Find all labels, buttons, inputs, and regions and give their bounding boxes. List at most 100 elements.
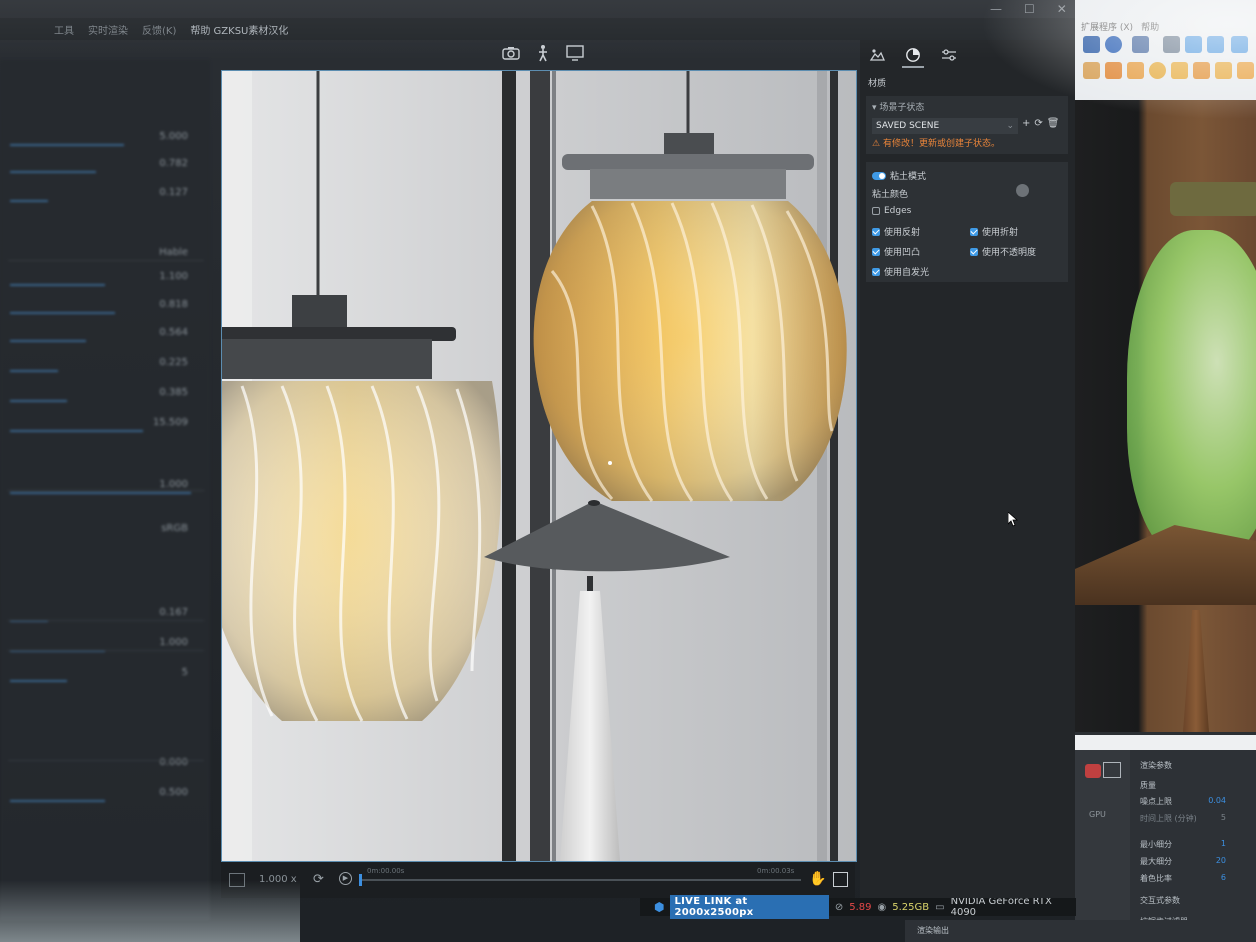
param-row[interactable]: 噪点上限 0.04	[1140, 796, 1250, 810]
menu-item-extensions[interactable]: 扩展程序 (X)	[1081, 20, 1133, 33]
loop-icon[interactable]: ⟳	[313, 872, 324, 887]
left-panel-row[interactable]: 0.167	[10, 604, 200, 624]
use-bump-checkbox[interactable]: 使用凹凸	[872, 245, 920, 258]
mail-icon[interactable]	[1083, 36, 1100, 53]
render-output-section[interactable]: 渲染输出	[905, 920, 1245, 942]
cube-icon[interactable]	[1185, 36, 1202, 53]
timeline-end: 0m:00.03s	[757, 867, 795, 875]
left-panel-row[interactable]: 5.000	[10, 128, 200, 148]
walk-icon[interactable]	[532, 42, 554, 64]
param-row[interactable]: 最大细分 20	[1140, 856, 1250, 870]
row-slider[interactable]	[10, 370, 58, 372]
clay-color-label: 粘土颜色	[872, 190, 909, 200]
tool-icon[interactable]	[1149, 62, 1166, 79]
param-row[interactable]: 最小细分 1	[1140, 839, 1250, 853]
live-link-badge[interactable]: LIVE LINK at 2000x2500px	[670, 895, 829, 919]
row-slider[interactable]	[10, 200, 48, 202]
cube-icon[interactable]	[1231, 36, 1248, 53]
row-value: 1.000	[159, 479, 188, 490]
tool-icon[interactable]	[1127, 62, 1144, 79]
trash-icon[interactable]: 🗑	[1047, 118, 1060, 129]
tool-icon[interactable]	[1215, 62, 1232, 79]
window-icon[interactable]	[1103, 762, 1121, 778]
use-reflection-checkbox[interactable]: 使用反射	[872, 225, 920, 238]
hand-icon[interactable]: ✋	[809, 871, 826, 887]
minimize-button[interactable]: —	[990, 2, 1002, 16]
row-slider[interactable]	[10, 171, 96, 173]
menu-item-realtime[interactable]: 实时渲染	[88, 22, 128, 37]
tool-icon[interactable]	[1171, 62, 1188, 79]
timeline-icon[interactable]	[229, 873, 245, 887]
clay-color-swatch[interactable]	[1016, 184, 1029, 197]
material-tab-icon[interactable]	[902, 44, 924, 68]
param-row[interactable]: 时间上限 (分钟) 5	[1140, 813, 1250, 827]
row-slider[interactable]	[10, 400, 67, 402]
add-icon[interactable]: +	[1022, 118, 1030, 129]
quality-header[interactable]: 质量	[1140, 780, 1250, 794]
render-viewport[interactable]	[221, 70, 857, 862]
row-slider[interactable]	[10, 680, 67, 682]
left-panel-row[interactable]: 0.225	[10, 354, 200, 374]
info-icon[interactable]	[1105, 36, 1122, 53]
row-slider[interactable]	[10, 430, 143, 432]
axes-icon[interactable]	[1163, 36, 1180, 53]
params-header[interactable]: 渲染参数	[1140, 760, 1250, 774]
render-parameters: 渲染参数 质量 噪点上限 0.04 时间上限 (分钟) 5 最小细分 1 最大细分 20…	[1130, 750, 1256, 942]
render-icon[interactable]	[1085, 764, 1101, 778]
divider	[8, 620, 204, 621]
left-panel-row[interactable]: 0.782	[10, 155, 200, 175]
timeline-zoom[interactable]: 1.000 x	[259, 874, 297, 885]
left-panel-row[interactable]: 0.385	[10, 384, 200, 404]
camera-icon[interactable]	[500, 42, 522, 64]
monitor-icon[interactable]	[564, 42, 586, 64]
warning-icon: ⚠	[872, 139, 881, 149]
clay-mode-toggle[interactable]: 粘土模式	[872, 169, 926, 182]
settings-tab-icon[interactable]	[938, 44, 960, 66]
row-slider[interactable]	[10, 800, 105, 802]
left-panel-row[interactable]: 0.000	[10, 754, 200, 774]
use-opacity-checkbox[interactable]: 使用不透明度	[970, 245, 1036, 258]
edges-checkbox[interactable]: Edges	[872, 206, 911, 216]
left-panel-row[interactable]: 0.127	[10, 184, 200, 204]
section-header[interactable]: ▾ 场景子状态	[872, 100, 924, 113]
row-slider[interactable]	[10, 284, 105, 286]
left-panel-row[interactable]: 15.509	[10, 414, 200, 434]
timeline-track[interactable]	[361, 879, 801, 881]
left-panel-row[interactable]: 1.100	[10, 268, 200, 288]
left-panel-row[interactable]: 0.500	[10, 784, 200, 804]
use-refraction-checkbox[interactable]: 使用折射	[970, 225, 1018, 238]
left-panel-row[interactable]: 0.564	[10, 324, 200, 344]
timeline-playhead[interactable]	[359, 874, 362, 886]
menu-item-tools[interactable]: 工具	[54, 22, 74, 37]
param-row[interactable]: 着色比率 6	[1140, 873, 1250, 887]
user-icon[interactable]	[1132, 36, 1149, 53]
tool-icon[interactable]	[1105, 62, 1122, 79]
menu-item-feedback[interactable]: 反馈(K)	[142, 22, 176, 37]
environment-tab-icon[interactable]	[866, 44, 888, 66]
row-slider[interactable]	[10, 312, 115, 314]
left-panel-row[interactable]: 1.000	[10, 476, 200, 496]
left-panel-row[interactable]: 5	[10, 664, 200, 684]
fit-view-icon[interactable]	[833, 872, 848, 887]
row-slider[interactable]	[10, 144, 124, 146]
left-panel-row[interactable]: Hable	[10, 244, 200, 264]
row-slider[interactable]	[10, 492, 191, 494]
scene-state-select[interactable]: SAVED SCENE ⌄	[872, 118, 1018, 134]
tool-icon[interactable]	[1083, 62, 1100, 79]
menu-item-help[interactable]: 帮助 GZKSU素材汉化	[190, 22, 288, 37]
menu-item-help[interactable]: 帮助	[1141, 20, 1159, 33]
left-panel-row[interactable]: 1.000	[10, 634, 200, 654]
cube-icon[interactable]	[1207, 36, 1224, 53]
use-emission-checkbox[interactable]: 使用自发光	[872, 265, 929, 278]
close-button[interactable]: ✕	[1057, 2, 1067, 16]
left-panel-row[interactable]: 0.818	[10, 296, 200, 316]
row-slider[interactable]	[10, 340, 86, 342]
left-panel-row[interactable]: sRGB	[10, 520, 200, 540]
tool-icon[interactable]	[1193, 62, 1210, 79]
section-interactive[interactable]: 交互式参数	[1140, 895, 1250, 909]
refresh-icon[interactable]: ⟳	[1034, 118, 1042, 129]
play-icon[interactable]: ▶	[339, 872, 352, 885]
toggle-switch[interactable]	[872, 171, 886, 180]
maximize-button[interactable]: ☐	[1024, 2, 1035, 16]
tool-icon[interactable]	[1237, 62, 1254, 79]
